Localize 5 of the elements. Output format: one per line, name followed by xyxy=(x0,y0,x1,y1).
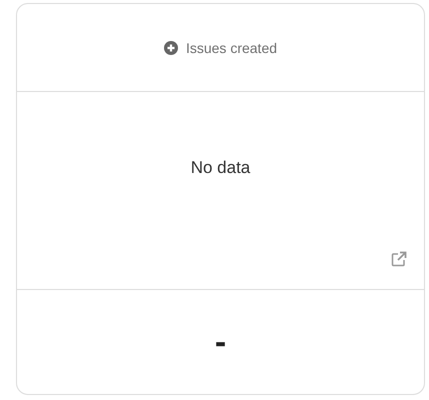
metric-value: - xyxy=(214,325,226,359)
plus-circle-icon xyxy=(164,40,178,54)
widget-title: Issues created xyxy=(186,40,278,56)
empty-message: No data xyxy=(190,158,250,178)
external-link-icon[interactable] xyxy=(391,251,407,267)
